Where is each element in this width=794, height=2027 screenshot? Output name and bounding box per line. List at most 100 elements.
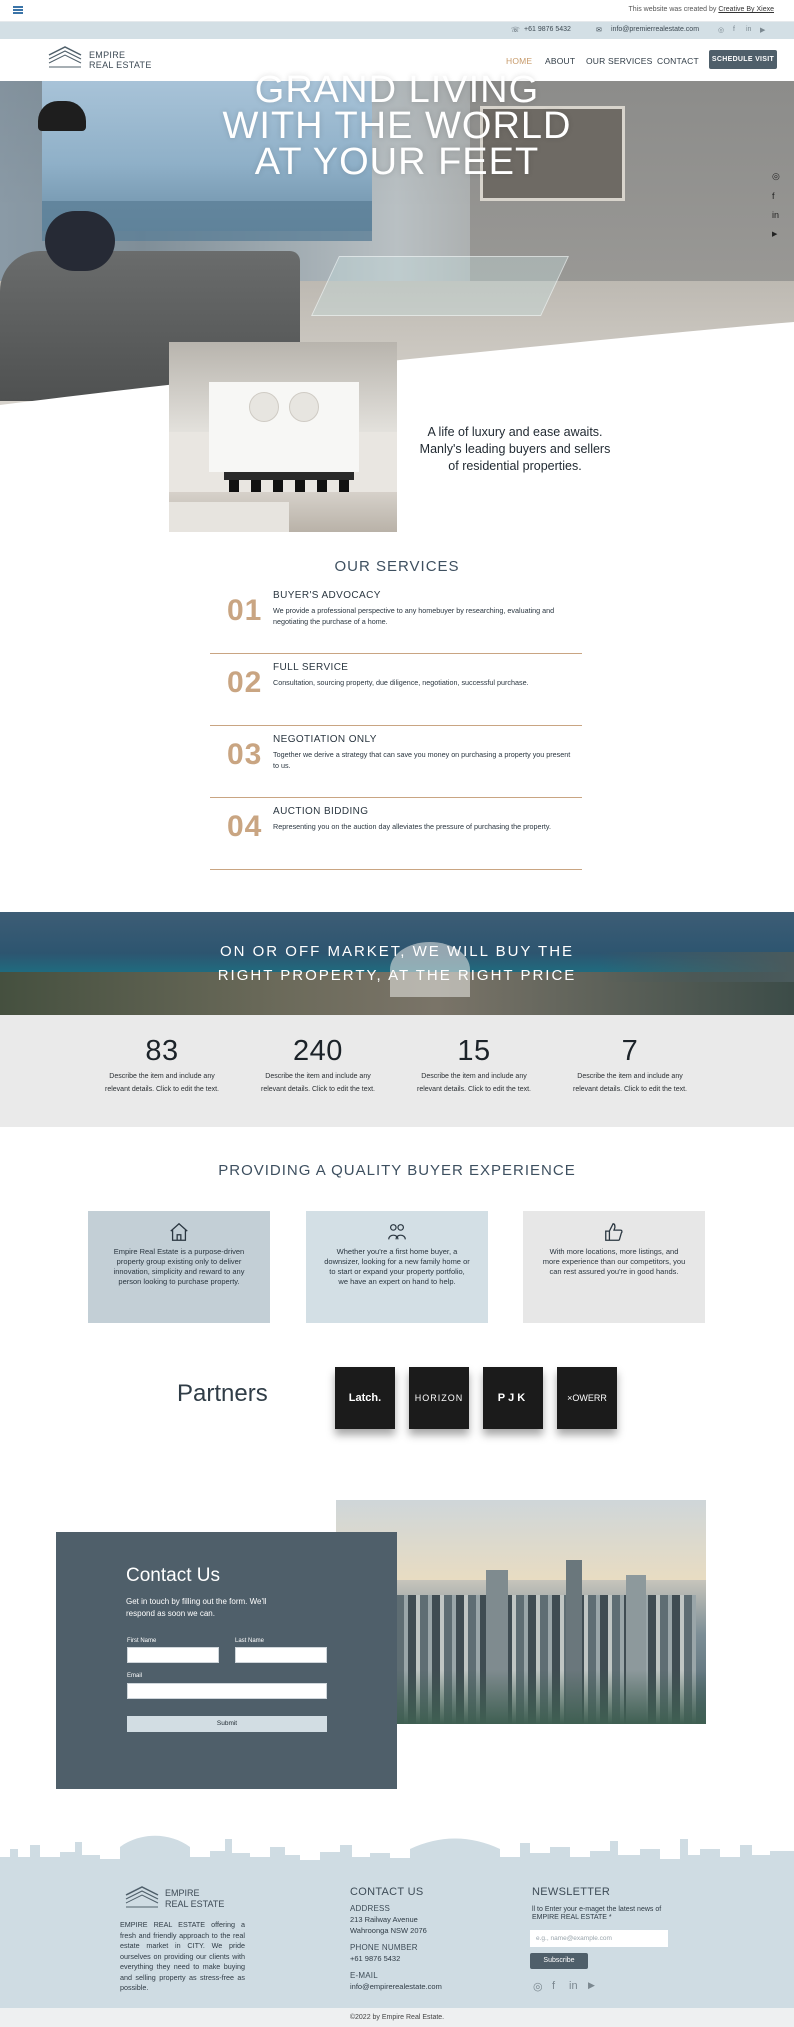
creator-label: This website was created by <box>628 6 719 13</box>
instagram-icon[interactable]: ◎ <box>533 1980 543 1993</box>
quality-card: With more locations, more listings, and … <box>523 1211 705 1323</box>
facebook-icon[interactable]: f <box>772 191 775 201</box>
footer-brand-line2: REAL ESTATE <box>165 1899 225 1909</box>
header-phone[interactable]: +61 9876 5432 <box>524 26 571 33</box>
footer-brand: EMPIRE REAL ESTATE <box>165 1888 224 1910</box>
hero-title: GRAND LIVING WITH THE WORLD AT YOUR FEET <box>0 71 794 183</box>
service-title: AUCTION BIDDING <box>273 806 369 817</box>
subscribe-button[interactable]: Subscribe <box>530 1953 588 1969</box>
footer-about: EMPIRE REAL ESTATE offering a fresh and … <box>120 1920 245 1992</box>
stat-item: 7 Describe the item and include any rele… <box>570 1035 690 1096</box>
brand-name[interactable]: EMPIRE REAL ESTATE <box>89 50 152 70</box>
service-title: BUYER'S ADVOCACY <box>273 590 381 601</box>
hero-curve <box>0 322 794 410</box>
schedule-visit-button[interactable]: SCHEDULE VISIT <box>709 50 777 69</box>
email-label: Email <box>127 1673 143 1679</box>
stat-item: 15 Describe the item and include any rel… <box>414 1035 534 1096</box>
creator-bar: This website was created by Creative By … <box>0 0 794 22</box>
first-name-label: First Name <box>127 1638 157 1644</box>
partner-logo-horizon[interactable]: HORIZON <box>409 1367 469 1429</box>
stat-item: 240 Describe the item and include any re… <box>258 1035 378 1096</box>
linkedin-icon[interactable]: in <box>746 26 751 33</box>
market-line2: RIGHT PROPERTY, AT THE RIGHT PRICE <box>217 967 577 984</box>
linkedin-icon[interactable]: in <box>569 1980 578 1992</box>
thumbs-up-icon <box>605 1223 623 1241</box>
house-icon <box>170 1222 188 1241</box>
menu-icon[interactable] <box>13 6 23 14</box>
stat-desc: Describe the item and include any releva… <box>261 1073 375 1093</box>
stat-desc: Describe the item and include any releva… <box>417 1073 531 1093</box>
people-icon <box>388 1224 406 1240</box>
quality-title: PROVIDING A QUALITY BUYER EXPERIENCE <box>218 1162 576 1179</box>
service-number: 04 <box>227 810 263 843</box>
hero-line2: WITH THE WORLD <box>222 105 572 147</box>
copyright: ©2022 by Empire Real Estate. <box>0 2008 794 2027</box>
footer-brand-line1: EMPIRE <box>165 1888 200 1898</box>
service-desc: Together we derive a strategy that can s… <box>273 750 571 770</box>
service-item: 02 FULL SERVICE Consultation, sourcing p… <box>210 654 582 726</box>
header-email[interactable]: info@premierrealestate.com <box>611 26 699 33</box>
facebook-icon[interactable]: f <box>733 26 735 33</box>
instagram-icon[interactable]: ◎ <box>772 171 780 182</box>
quality-card: Empire Real Estate is a purpose-driven p… <box>88 1211 270 1323</box>
newsletter-email-input[interactable]: e.g., name@example.com <box>530 1930 668 1947</box>
skyline-graphic <box>0 1835 794 1872</box>
linkedin-icon[interactable]: in <box>772 210 779 220</box>
facebook-icon[interactable]: f <box>552 1980 555 1992</box>
mail-icon: ✉ <box>596 27 602 34</box>
last-name-input[interactable] <box>235 1647 327 1663</box>
quality-card: Whether you're a first home buyer, a dow… <box>306 1211 488 1323</box>
service-item: 01 BUYER'S ADVOCACY We provide a profess… <box>210 582 582 654</box>
market-line1: ON OR OFF MARKET, WE WILL BUY THE <box>219 943 575 960</box>
phone-icon: ☏ <box>511 27 520 34</box>
nav-services[interactable]: OUR SERVICES <box>586 56 652 66</box>
creator-link[interactable]: Creative By Xiexe <box>718 6 774 13</box>
newsletter-text: ll to Enter your e-maget the latest news… <box>532 1906 662 1921</box>
email-label-footer: E-MAIL <box>350 1971 378 1980</box>
footer-phone[interactable]: +61 9876 5432 <box>350 1954 400 1964</box>
submit-button[interactable]: Submit <box>127 1716 327 1732</box>
nav-contact[interactable]: CONTACT <box>657 56 699 66</box>
youtube-icon[interactable]: ▶ <box>772 230 777 238</box>
email-input[interactable] <box>127 1683 327 1699</box>
last-name-label: Last Name <box>235 1638 265 1644</box>
first-name-input[interactable] <box>127 1647 219 1663</box>
contact-strip: ☏ +61 9876 5432 ✉ info@premierrealestate… <box>0 22 794 39</box>
service-title: NEGOTIATION ONLY <box>273 734 377 745</box>
contact-subtitle: Get in touch by filling out the form. We… <box>126 1597 267 1618</box>
stat-desc: Describe the item and include any releva… <box>573 1073 687 1093</box>
footer-email[interactable]: info@empirerealestate.com <box>350 1982 442 1992</box>
youtube-icon[interactable]: ▶ <box>588 1980 595 1991</box>
service-desc: Representing you on the auction day alle… <box>273 822 551 831</box>
stat-number: 7 <box>621 1035 639 1067</box>
stat-number: 83 <box>145 1035 179 1067</box>
contact-title: Contact Us <box>126 1565 220 1586</box>
stat-desc: Describe the item and include any releva… <box>105 1073 219 1093</box>
address-label: ADDRESS <box>350 1904 391 1913</box>
service-title: FULL SERVICE <box>273 662 349 673</box>
nav-home[interactable]: HOME <box>506 56 532 66</box>
service-number: 03 <box>227 738 263 771</box>
creator-text: This website was created by Creative By … <box>628 6 774 13</box>
footer-contact-title: CONTACT US <box>350 1886 424 1898</box>
hero-line3: AT YOUR FEET <box>254 141 540 183</box>
service-number: 02 <box>227 666 263 699</box>
service-desc: We provide a professional perspective to… <box>273 606 555 626</box>
partner-logo-latch[interactable]: Latch. <box>335 1367 395 1429</box>
footer-logo-icon[interactable] <box>124 1885 160 1911</box>
address-line1: 213 Railway Avenue <box>350 1915 418 1924</box>
stat-number: 15 <box>457 1035 491 1067</box>
partner-logo-pjk[interactable]: PJK <box>483 1367 543 1429</box>
instagram-icon[interactable]: ◎ <box>718 26 724 34</box>
partner-logo-owerr[interactable]: ×OWERR <box>557 1367 617 1429</box>
market-headline: ON OR OFF MARKET, WE WILL BUY THE RIGHT … <box>0 940 794 988</box>
interior-image <box>169 342 397 532</box>
brand-line2: REAL ESTATE <box>89 60 152 70</box>
intro-text: A life of luxury and ease awaits. Manly'… <box>419 425 611 473</box>
phone-label: PHONE NUMBER <box>350 1943 418 1952</box>
youtube-icon[interactable]: ▶ <box>760 26 765 34</box>
logo-icon[interactable] <box>47 45 83 71</box>
service-item: 03 NEGOTIATION ONLY Together we derive a… <box>210 726 582 798</box>
stat-number: 240 <box>293 1035 343 1067</box>
nav-about[interactable]: ABOUT <box>545 56 575 66</box>
